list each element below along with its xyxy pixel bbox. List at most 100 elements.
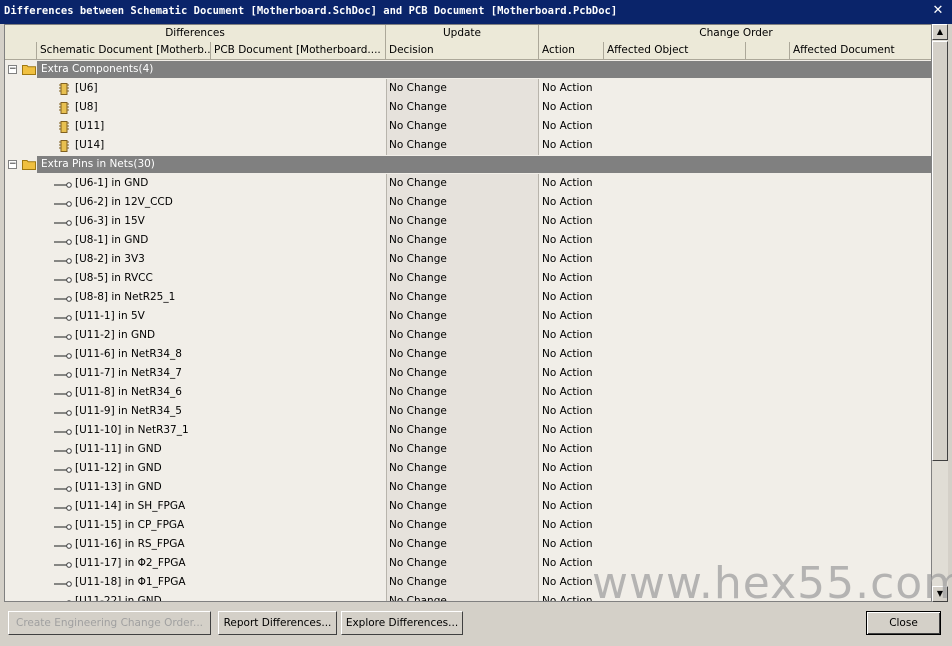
header-update[interactable]: Update	[386, 25, 539, 42]
list-item[interactable]: [U8-5] in RVCC No Change No Action	[5, 269, 931, 288]
decision-value[interactable]: No Change	[389, 516, 447, 535]
pin-icon	[54, 408, 72, 416]
decision-value[interactable]: No Change	[389, 136, 447, 155]
header-change-order[interactable]: Change Order	[539, 25, 931, 42]
item-name: [U6]	[75, 82, 98, 94]
decision-value[interactable]: No Change	[389, 554, 447, 573]
decision-value[interactable]: No Change	[389, 535, 447, 554]
list-item[interactable]: [U11-11] in GND No Change No Action	[5, 440, 931, 459]
header-affected-object[interactable]: Affected Object	[604, 42, 746, 59]
decision-value[interactable]: No Change	[389, 193, 447, 212]
header-schematic-document[interactable]: Schematic Document [Motherb...	[37, 42, 211, 59]
list-item[interactable]: [U6-1] in GND No Change No Action	[5, 174, 931, 193]
group-header-bar[interactable]: Extra Pins in Nets(30)	[37, 156, 931, 173]
decision-value[interactable]: No Change	[389, 79, 447, 98]
item-name: [U11-8] in NetR34_6	[75, 386, 182, 398]
list-item[interactable]: [U11-16] in RS_FPGA No Change No Action	[5, 535, 931, 554]
action-value: No Action	[542, 576, 593, 588]
decision-value[interactable]: No Change	[389, 326, 447, 345]
header-decision[interactable]: Decision	[386, 42, 539, 59]
close-button[interactable]: Close	[866, 611, 941, 635]
action-value: No Action	[542, 519, 593, 531]
header-affected-document[interactable]: Affected Document	[790, 42, 931, 59]
list-item[interactable]: [U11-9] in NetR34_5 No Change No Action	[5, 402, 931, 421]
vertical-scrollbar[interactable]: ▲ ▼	[932, 24, 948, 602]
decision-value[interactable]: No Change	[389, 231, 447, 250]
report-differences-button[interactable]: Report Differences...	[218, 611, 337, 635]
decision-value[interactable]: No Change	[389, 269, 447, 288]
decision-value[interactable]: No Change	[389, 478, 447, 497]
decision-value[interactable]: No Change	[389, 212, 447, 231]
list-item[interactable]: [U11-14] in SH_FPGA No Change No Action	[5, 497, 931, 516]
list-item[interactable]: [U6] No Change No Action	[5, 79, 931, 98]
decision-value[interactable]: No Change	[389, 345, 447, 364]
list-item[interactable]: [U8-1] in GND No Change No Action	[5, 231, 931, 250]
list-item[interactable]: [U6-3] in 15V No Change No Action	[5, 212, 931, 231]
list-item[interactable]: [U11-2] in GND No Change No Action	[5, 326, 931, 345]
list-item[interactable]: [U11] No Change No Action	[5, 117, 931, 136]
action-value: No Action	[542, 405, 593, 417]
component-icon	[58, 83, 70, 95]
group-row[interactable]: − Extra Pins in Nets(30)	[5, 155, 931, 174]
decision-value[interactable]: No Change	[389, 250, 447, 269]
action-value: No Action	[542, 500, 593, 512]
list-item[interactable]: [U11-10] in NetR37_1 No Change No Action	[5, 421, 931, 440]
pin-icon	[54, 560, 72, 568]
decision-value[interactable]: No Change	[389, 174, 447, 193]
list-item[interactable]: [U11-8] in NetR34_6 No Change No Action	[5, 383, 931, 402]
action-value: No Action	[542, 367, 593, 379]
list-item[interactable]: [U11-1] in 5V No Change No Action	[5, 307, 931, 326]
explore-differences-button[interactable]: Explore Differences...	[341, 611, 463, 635]
header-differences[interactable]: Differences	[5, 25, 386, 42]
item-name: [U11-7] in NetR34_7	[75, 367, 182, 379]
pin-icon	[54, 579, 72, 587]
header-action[interactable]: Action	[539, 42, 604, 59]
list-item[interactable]: [U8-2] in 3V3 No Change No Action	[5, 250, 931, 269]
list-item[interactable]: [U14] No Change No Action	[5, 136, 931, 155]
decision-value[interactable]: No Change	[389, 440, 447, 459]
list-item[interactable]: [U11-6] in NetR34_8 No Change No Action	[5, 345, 931, 364]
close-icon[interactable]: ✕	[930, 4, 946, 18]
pin-icon	[54, 484, 72, 492]
decision-value[interactable]: No Change	[389, 573, 447, 592]
list-item[interactable]: [U11-12] in GND No Change No Action	[5, 459, 931, 478]
collapse-toggle-icon[interactable]: −	[8, 160, 17, 169]
decision-value[interactable]: No Change	[389, 497, 447, 516]
action-value: No Action	[542, 557, 593, 569]
group-header-bar[interactable]: Extra Components(4)	[37, 61, 931, 78]
component-icon	[58, 121, 70, 133]
decision-value[interactable]: No Change	[389, 592, 447, 601]
scroll-thumb[interactable]	[932, 41, 948, 461]
group-row[interactable]: − Extra Components(4)	[5, 60, 931, 79]
list-item[interactable]: [U8-8] in NetR25_1 No Change No Action	[5, 288, 931, 307]
action-value: No Action	[542, 481, 593, 493]
item-name: [U11-17] in Φ2_FPGA	[75, 557, 186, 569]
action-value: No Action	[542, 424, 593, 436]
collapse-toggle-icon[interactable]: −	[8, 65, 17, 74]
pin-icon	[54, 465, 72, 473]
list-item[interactable]: [U8] No Change No Action	[5, 98, 931, 117]
decision-value[interactable]: No Change	[389, 383, 447, 402]
list-item[interactable]: [U11-7] in NetR34_7 No Change No Action	[5, 364, 931, 383]
decision-value[interactable]: No Change	[389, 307, 447, 326]
decision-value[interactable]: No Change	[389, 402, 447, 421]
decision-value[interactable]: No Change	[389, 364, 447, 383]
header-column-row: Schematic Document [Motherb... PCB Docum…	[5, 42, 931, 60]
scroll-up-icon[interactable]: ▲	[932, 24, 948, 40]
watermark: www.hex55.com	[592, 558, 952, 609]
header-pcb-document[interactable]: PCB Document [Motherboard....	[211, 42, 386, 59]
decision-value[interactable]: No Change	[389, 459, 447, 478]
action-value: No Action	[542, 462, 593, 474]
item-name: [U8]	[75, 101, 98, 113]
list-item[interactable]: [U11-13] in GND No Change No Action	[5, 478, 931, 497]
list-item[interactable]: [U6-2] in 12V_CCD No Change No Action	[5, 193, 931, 212]
list-item[interactable]: [U11-15] in CP_FPGA No Change No Action	[5, 516, 931, 535]
action-value: No Action	[542, 386, 593, 398]
decision-value[interactable]: No Change	[389, 98, 447, 117]
pin-icon	[54, 389, 72, 397]
decision-value[interactable]: No Change	[389, 117, 447, 136]
create-eco-button[interactable]: Create Engineering Change Order...	[8, 611, 211, 635]
decision-value[interactable]: No Change	[389, 421, 447, 440]
decision-value[interactable]: No Change	[389, 288, 447, 307]
header-blank[interactable]	[746, 42, 790, 59]
